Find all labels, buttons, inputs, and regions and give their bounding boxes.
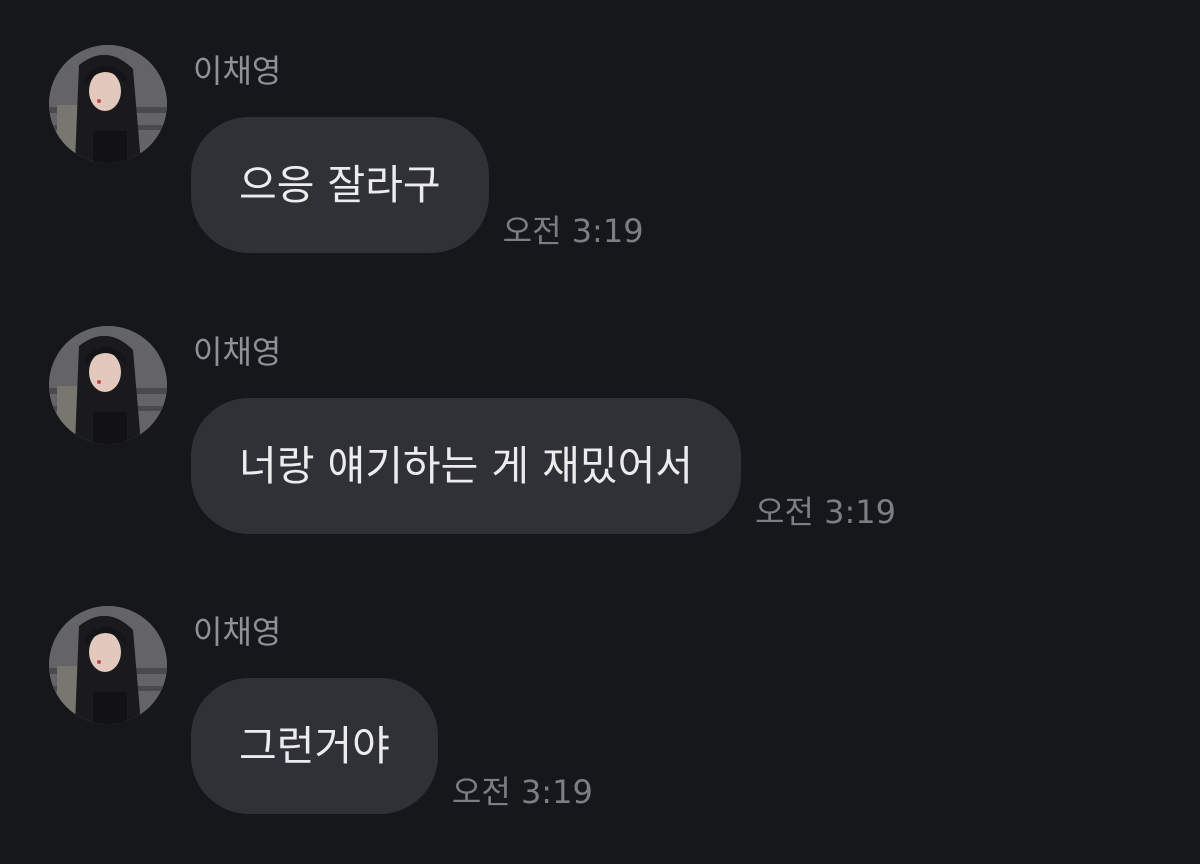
message-group: 이채영 으응 잘라구 오전 3:19 <box>0 45 1200 265</box>
message-timestamp: 오전 3:19 <box>451 773 593 811</box>
avatar-photo-icon <box>49 326 167 444</box>
avatar[interactable] <box>49 326 167 444</box>
sender-name: 이채영 <box>193 52 282 90</box>
message-bubble[interactable]: 너랑 얘기하는 게 재밌어서 <box>191 398 742 534</box>
avatar[interactable] <box>49 45 167 163</box>
message-timestamp: 오전 3:19 <box>755 493 896 531</box>
bubble-row: 그런거야 오전 3:19 <box>191 678 593 814</box>
avatar-photo-icon <box>49 45 167 163</box>
bubble-row: 너랑 얘기하는 게 재밌어서 오전 3:19 <box>191 398 896 534</box>
sender-name: 이채영 <box>193 613 282 651</box>
avatar-photo-icon <box>49 606 167 724</box>
avatar[interactable] <box>49 606 167 724</box>
message-bubble[interactable]: 으응 잘라구 <box>191 117 489 253</box>
message-group: 이채영 그런거야 오전 3:19 <box>0 606 1200 826</box>
message-bubble[interactable]: 그런거야 <box>191 678 438 814</box>
message-group: 이채영 너랑 얘기하는 게 재밌어서 오전 3:19 <box>0 326 1200 546</box>
message-timestamp: 오전 3:19 <box>502 212 644 250</box>
sender-name: 이채영 <box>193 333 282 371</box>
bubble-row: 으응 잘라구 오전 3:19 <box>191 117 644 253</box>
